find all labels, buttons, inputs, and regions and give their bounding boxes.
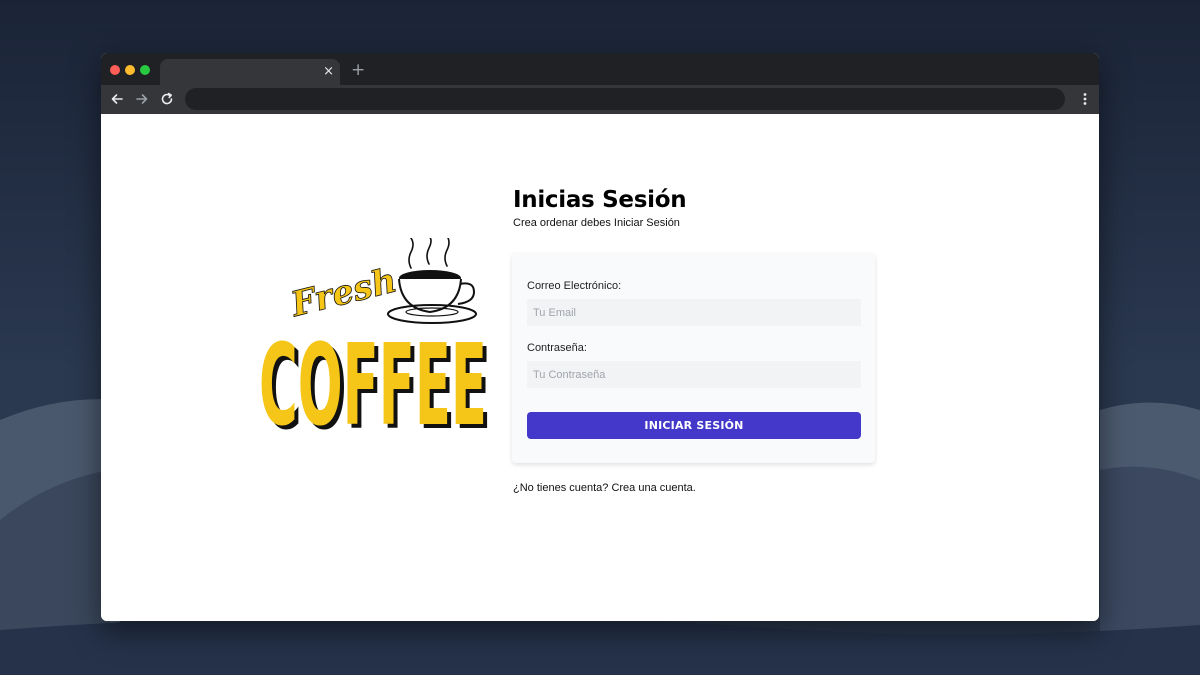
- browser-tab[interactable]: ×: [160, 59, 340, 85]
- logo-text-fresh: Fresh: [286, 260, 400, 325]
- page-subtitle: Crea ordenar debes Iniciar Sesión: [513, 217, 680, 229]
- fresh-coffee-logo: Fresh COFFEE COFFEE: [259, 238, 491, 438]
- address-bar[interactable]: [185, 88, 1065, 110]
- page-viewport: Fresh COFFEE COFFEE Inicias Sesión Crea …: [101, 114, 1099, 621]
- page-title: Inicias Sesión: [513, 187, 687, 213]
- maximize-window-button[interactable]: [140, 65, 150, 75]
- browser-menu-button[interactable]: [1077, 88, 1093, 110]
- minimize-window-button[interactable]: [125, 65, 135, 75]
- reload-icon: [161, 92, 173, 105]
- reload-button[interactable]: [157, 87, 177, 111]
- email-input[interactable]: [527, 299, 861, 326]
- arrow-left-icon: [111, 94, 123, 104]
- register-link[interactable]: ¿No tienes cuenta? Crea una cuenta.: [513, 481, 696, 495]
- email-label: Correo Electrónico:: [527, 280, 622, 292]
- password-label: Contraseña:: [527, 342, 587, 354]
- tab-close-icon[interactable]: ×: [323, 63, 334, 81]
- password-input[interactable]: [527, 361, 861, 388]
- forward-button[interactable]: [132, 87, 152, 111]
- browser-window: × + Fresh COFFEE COFFEE Inicias Sesión C…: [101, 53, 1099, 621]
- login-button[interactable]: Iniciar Sesión: [527, 412, 861, 439]
- tab-bar: × +: [101, 53, 1099, 85]
- more-vert-icon: [1083, 93, 1087, 105]
- back-button[interactable]: [107, 87, 127, 111]
- login-form: Correo Electrónico: Contraseña: Iniciar …: [512, 253, 875, 463]
- close-window-button[interactable]: [110, 65, 120, 75]
- browser-toolbar: [101, 85, 1099, 114]
- arrow-right-icon: [136, 94, 148, 104]
- logo-text-coffee: COFFEE: [259, 321, 487, 438]
- new-tab-button[interactable]: +: [351, 60, 365, 80]
